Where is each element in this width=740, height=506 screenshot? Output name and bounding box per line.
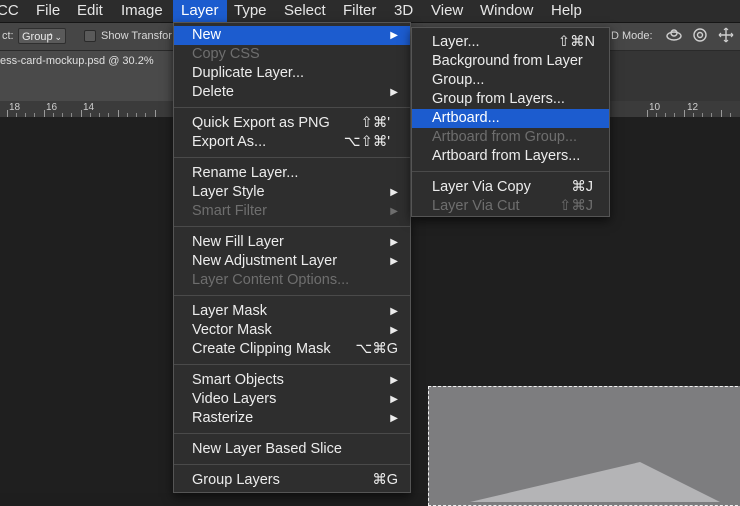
new-submenu: Layer... ⇧⌘N Background from Layer Group…	[411, 27, 610, 217]
menu-item-create-clipping-mask[interactable]: Create Clipping Mask ⌥⌘G	[174, 340, 410, 359]
menu-separator	[174, 464, 410, 465]
menu-item-artboard-from-layers[interactable]: Artboard from Layers...	[412, 147, 609, 166]
menu-item-layer-mask[interactable]: Layer Mask ▶	[174, 302, 410, 321]
menu-item-export-as[interactable]: Export As... ⌥⇧⌘'	[174, 133, 410, 152]
menu-separator	[174, 364, 410, 365]
ruler-label: 18	[9, 102, 21, 113]
menu-separator	[174, 157, 410, 158]
artboard-content-shape	[470, 462, 720, 502]
menu-separator	[174, 107, 410, 108]
select-arrows-icon: ⌃⌄	[46, 32, 62, 42]
menu-view[interactable]: View	[431, 0, 463, 22]
menu-item-layer-via-copy[interactable]: Layer Via Copy ⌘J	[412, 178, 609, 197]
menu-layer[interactable]: Layer	[173, 0, 227, 22]
submenu-arrow-icon: ▶	[390, 206, 398, 217]
menu-item-artboard-from-group[interactable]: Artboard from Group...	[412, 128, 609, 147]
menu-item-rasterize[interactable]: Rasterize ▶	[174, 409, 410, 428]
menu-item-smart-filter[interactable]: Smart Filter ▶	[174, 202, 410, 221]
menu-item-rename-layer[interactable]: Rename Layer...	[174, 164, 410, 183]
submenu-arrow-icon: ▶	[390, 325, 398, 336]
menu-app-cc[interactable]: CC	[0, 0, 19, 22]
menu-filter[interactable]: Filter	[343, 0, 376, 22]
menu-separator	[174, 433, 410, 434]
menu-separator	[412, 171, 609, 172]
menu-item-group-from-layers[interactable]: Group from Layers...	[412, 90, 609, 109]
auto-select-dropdown[interactable]: Group ⌃⌄	[18, 28, 66, 44]
submenu-arrow-icon: ▶	[390, 237, 398, 248]
auto-select-label: ct:	[2, 30, 14, 42]
menu-item-duplicate-layer[interactable]: Duplicate Layer...	[174, 64, 410, 83]
pan-3d-icon[interactable]	[716, 27, 736, 45]
submenu-arrow-icon: ▶	[390, 394, 398, 405]
menu-image[interactable]: Image	[121, 0, 163, 22]
menu-bar: CC File Edit Image Layer Type Select Fil…	[0, 0, 740, 23]
submenu-arrow-icon: ▶	[390, 87, 398, 98]
submenu-arrow-icon: ▶	[390, 30, 398, 41]
menu-item-new-layer-based-slice[interactable]: New Layer Based Slice	[174, 440, 410, 459]
menu-item-quick-export-png[interactable]: Quick Export as PNG ⇧⌘'	[174, 114, 410, 133]
menu-item-smart-objects[interactable]: Smart Objects ▶	[174, 371, 410, 390]
menu-item-new-adjustment-layer[interactable]: New Adjustment Layer ▶	[174, 252, 410, 271]
menu-item-vector-mask[interactable]: Vector Mask ▶	[174, 321, 410, 340]
3d-mode-label: D Mode:	[611, 30, 653, 42]
menu-item-background-from-layer[interactable]: Background from Layer	[412, 52, 609, 71]
menu-edit[interactable]: Edit	[77, 0, 103, 22]
roll-3d-icon[interactable]	[690, 27, 710, 45]
menu-item-new-fill-layer[interactable]: New Fill Layer ▶	[174, 233, 410, 252]
ruler-label: 12	[687, 102, 699, 113]
orbit-3d-icon[interactable]	[664, 27, 684, 45]
ruler-label: 16	[46, 102, 58, 113]
submenu-arrow-icon: ▶	[390, 306, 398, 317]
menu-item-group-layers[interactable]: Group Layers ⌘G	[174, 471, 410, 490]
submenu-arrow-icon: ▶	[390, 256, 398, 267]
menu-item-layer-via-cut[interactable]: Layer Via Cut ⇧⌘J	[412, 197, 609, 216]
menu-type[interactable]: Type	[234, 0, 267, 22]
ruler-label: 14	[83, 102, 95, 113]
submenu-arrow-icon: ▶	[390, 375, 398, 386]
menu-help[interactable]: Help	[551, 0, 582, 22]
menu-select[interactable]: Select	[284, 0, 326, 22]
ruler-label: 10	[649, 102, 661, 113]
menu-item-group[interactable]: Group...	[412, 71, 609, 90]
menu-separator	[174, 295, 410, 296]
show-transform-checkbox[interactable]	[84, 30, 96, 42]
menu-item-layer-content-options[interactable]: Layer Content Options...	[174, 271, 410, 290]
menu-item-video-layers[interactable]: Video Layers ▶	[174, 390, 410, 409]
menu-item-copy-css[interactable]: Copy CSS	[174, 45, 410, 64]
menu-item-new[interactable]: New ▶	[174, 26, 410, 45]
document-tab[interactable]: ess-card-mockup.psd @ 30.2%	[0, 51, 185, 101]
menu-window[interactable]: Window	[480, 0, 533, 22]
menu-item-delete[interactable]: Delete ▶	[174, 83, 410, 102]
menu-item-artboard[interactable]: Artboard...	[412, 109, 609, 128]
document-tab-title: ess-card-mockup.psd @ 30.2%	[0, 55, 154, 67]
show-transform-label: Show Transfor	[101, 30, 172, 42]
menu-3d[interactable]: 3D	[394, 0, 413, 22]
menu-file[interactable]: File	[36, 0, 60, 22]
layer-menu: New ▶ Copy CSS Duplicate Layer... Delete…	[173, 22, 411, 493]
menu-separator	[174, 226, 410, 227]
menu-item-layer-style[interactable]: Layer Style ▶	[174, 183, 410, 202]
menu-item-new-layer[interactable]: Layer... ⇧⌘N	[412, 33, 609, 52]
submenu-arrow-icon: ▶	[390, 187, 398, 198]
submenu-arrow-icon: ▶	[390, 413, 398, 424]
